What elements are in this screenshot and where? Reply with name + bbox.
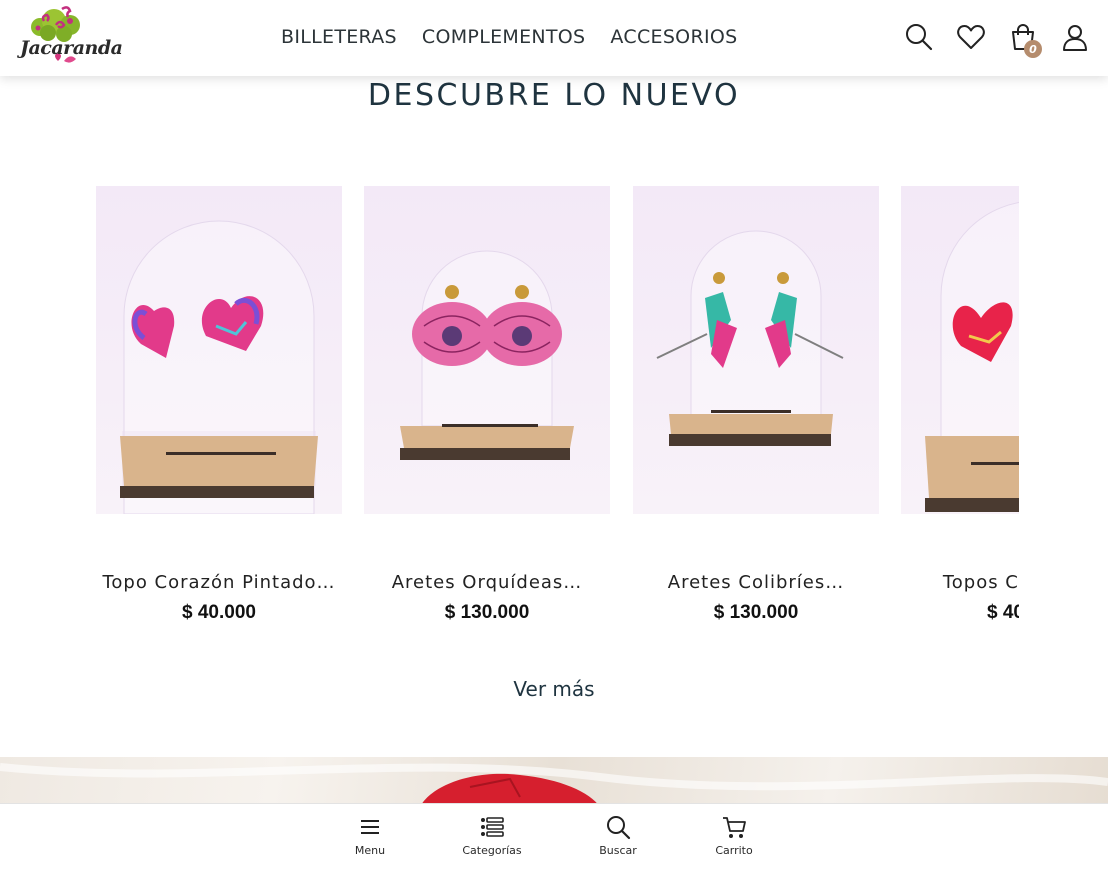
product-card[interactable]: Aretes Orquídeas… $ 130.000 <box>364 186 610 623</box>
promo-banner[interactable] <box>0 757 1108 807</box>
bottom-nav-label: Menu <box>354 844 386 857</box>
product-name[interactable]: Aretes Colibríes… <box>633 572 879 593</box>
search-icon[interactable] <box>904 22 934 52</box>
nav-accesorios[interactable]: ACCESORIOS <box>610 26 737 48</box>
user-icon[interactable] <box>1060 22 1090 52</box>
product-image[interactable] <box>633 186 879 514</box>
bottom-nav-menu[interactable]: Menu <box>325 814 415 857</box>
bottom-nav-categories[interactable]: Categorías <box>447 814 537 857</box>
product-price: $ 40.000 <box>182 602 256 623</box>
see-more-link[interactable]: Ver más <box>513 677 594 701</box>
see-more-wrapper: Ver más <box>0 677 1108 701</box>
header-actions: 0 <box>904 22 1090 58</box>
product-card[interactable]: Topo Corazón Pintado… $ 40.000 <box>96 186 342 623</box>
product-image[interactable] <box>364 186 610 514</box>
product-price: $ 130.000 <box>444 602 530 623</box>
product-price: $ 40.000 <box>987 602 1019 623</box>
logo[interactable]: Jacaranda <box>18 3 123 73</box>
bottom-nav-label: Categorías <box>462 844 522 857</box>
product-carousel[interactable]: Topo Corazón Pintado… $ 40.000 Aretes Or… <box>96 186 1019 646</box>
bottom-nav-search[interactable]: Buscar <box>573 814 663 857</box>
bottom-nav: Menu Categorías Buscar Carrito <box>0 803 1108 869</box>
product-price: $ 130.000 <box>713 602 799 623</box>
product-image[interactable] <box>96 186 342 514</box>
heart-icon[interactable] <box>956 22 986 52</box>
product-card[interactable]: Topos Corazón… $ 40.000 <box>901 186 1019 623</box>
menu-icon <box>357 814 383 840</box>
product-image[interactable] <box>901 186 1019 514</box>
main-nav: BILLETERAS COMPLEMENTOS ACCESORIOS <box>281 26 762 48</box>
product-name[interactable]: Aretes Orquídeas… <box>364 572 610 593</box>
cart-count-badge: 0 <box>1024 40 1042 58</box>
product-card[interactable]: Aretes Colibríes… $ 130.000 <box>633 186 879 623</box>
cart-icon <box>721 814 747 840</box>
logo-text: Jacaranda <box>20 37 123 59</box>
shopping-bag-icon[interactable]: 0 <box>1008 22 1042 58</box>
bottom-nav-label: Carrito <box>715 844 753 857</box>
section-title: DESCUBRE LO NUEVO <box>367 78 741 113</box>
nav-billeteras[interactable]: BILLETERAS <box>281 26 397 48</box>
product-name[interactable]: Topo Corazón Pintado… <box>96 572 342 593</box>
product-name[interactable]: Topos Corazón… <box>901 572 1019 593</box>
nav-complementos[interactable]: COMPLEMENTOS <box>422 26 586 48</box>
bottom-nav-label: Buscar <box>599 844 637 857</box>
list-icon <box>479 814 505 840</box>
bottom-nav-cart[interactable]: Carrito <box>689 814 779 857</box>
search-icon <box>605 814 631 840</box>
site-header: Jacaranda BILLETERAS COMPLEMENTOS ACCESO… <box>0 0 1108 76</box>
